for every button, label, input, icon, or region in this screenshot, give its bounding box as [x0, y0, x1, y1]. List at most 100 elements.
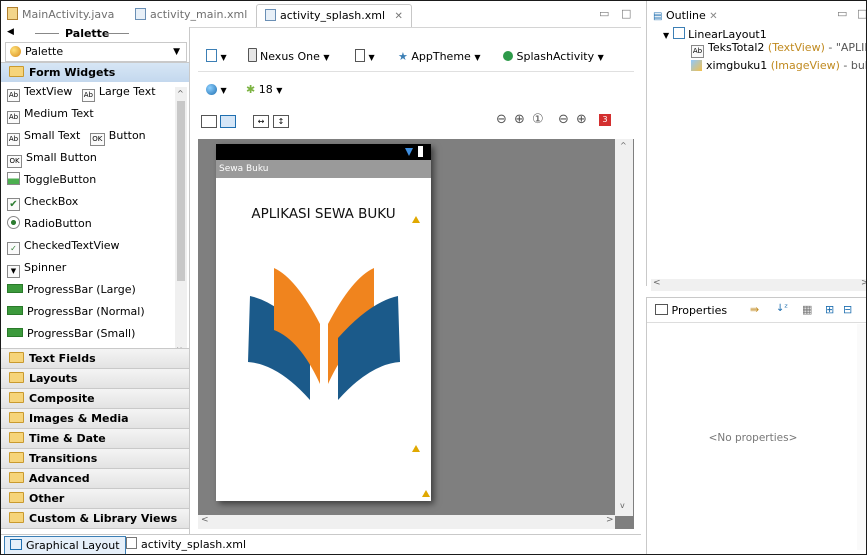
toggle-button-icon	[7, 172, 20, 185]
group-time-date[interactable]: Time & Date	[1, 428, 189, 448]
sort-az-icon[interactable]: ↓ᶻ	[776, 303, 788, 314]
close-icon[interactable]: ✕	[709, 11, 717, 22]
tab-activity-splash-xml[interactable]: activity_splash.xml ✕	[256, 4, 412, 27]
group-text-fields[interactable]: Text Fields	[1, 348, 189, 368]
star-icon: ★	[398, 50, 408, 63]
minimize-icon[interactable]: ▭	[837, 7, 847, 20]
fill-width-icon[interactable]: ↔	[253, 115, 269, 128]
phone-icon	[248, 48, 257, 62]
palette-item-checkedtextview[interactable]: ✓ CheckedTextView	[7, 237, 120, 255]
palette-item-progressbar-large[interactable]: ProgressBar (Large)	[7, 281, 136, 299]
scroll-up-icon[interactable]: ^	[620, 141, 627, 150]
warning-icon[interactable]	[422, 490, 430, 497]
properties-tab[interactable]: Properties	[655, 304, 727, 317]
fill-height-icon[interactable]: ↕	[273, 115, 289, 128]
large-text-icon: Ab	[81, 89, 95, 102]
scroll-right-icon[interactable]: >	[861, 278, 866, 288]
outline-node-imageview[interactable]: ximgbuku1 (ImageView) - buku	[691, 59, 866, 72]
scroll-down-icon[interactable]: v	[620, 501, 625, 510]
group-other[interactable]: Other	[1, 488, 189, 508]
group-custom-library-views[interactable]: Custom & Library Views	[1, 508, 189, 529]
warning-icon[interactable]	[412, 216, 420, 223]
spinner-icon: ▼	[7, 265, 20, 278]
activity-icon	[503, 51, 513, 61]
palette-item-radiobutton[interactable]: RadioButton	[7, 215, 92, 233]
scroll-left-icon[interactable]: <	[201, 515, 209, 525]
zoom-100-icon[interactable]: ①	[532, 112, 544, 127]
group-images-media[interactable]: Images & Media	[1, 408, 189, 428]
no-properties-label: <No properties>	[708, 432, 798, 444]
xml-layout-icon	[135, 8, 146, 20]
book-logo-image[interactable]	[238, 264, 410, 404]
device-dropdown[interactable]: Nexus One ▼	[248, 47, 330, 67]
progressbar-icon	[7, 306, 23, 315]
zoom-real-icon[interactable]: ⊕	[514, 112, 525, 127]
layout-horizontal-icon[interactable]	[201, 115, 217, 128]
tab-xml-source[interactable]: activity_splash.xml	[126, 536, 246, 553]
scroll-left-icon[interactable]: <	[653, 278, 661, 288]
minimize-icon[interactable]: ▭	[599, 7, 609, 20]
api-level-dropdown[interactable]: ✱ 18 ▼	[246, 80, 282, 100]
warning-icon[interactable]	[412, 445, 420, 452]
orientation-dropdown[interactable]: ▼	[355, 47, 375, 67]
close-icon[interactable]: ✕	[395, 11, 403, 22]
xml-layout-icon	[265, 9, 276, 21]
outline-tab[interactable]: ▤ Outline ✕	[653, 9, 718, 22]
palette-item-textview[interactable]: Ab TextView Ab Large Text	[7, 83, 156, 102]
filter-icon[interactable]: ⇛	[750, 303, 759, 316]
zoom-out-icon[interactable]: ⊖	[558, 112, 569, 127]
error-count-badge[interactable]: 3	[599, 114, 611, 126]
folder-icon	[9, 432, 24, 443]
activity-dropdown[interactable]: SplashActivity ▼	[503, 47, 604, 67]
outline-node-root[interactable]: ▼ LinearLayout1	[663, 27, 767, 41]
splash-heading[interactable]: APLIKASI SEWA BUKU	[216, 206, 431, 222]
palette-scroll-thumb[interactable]	[177, 101, 185, 281]
outline-node-textview[interactable]: Ab TeksTotal2 (TextView) - "APLIKASI	[691, 41, 866, 58]
collapse-arrow-icon[interactable]: ◀	[7, 27, 14, 37]
palette-item-small-text[interactable]: Ab Small Text OK Button	[7, 127, 146, 146]
layout-config-button[interactable]: ▼	[206, 47, 227, 67]
palette-item-togglebutton[interactable]: ToggleButton	[7, 171, 96, 189]
canvas-horizontal-scrollbar[interactable]: < >	[198, 515, 615, 529]
palette-item-spinner[interactable]: ▼ Spinner	[7, 259, 66, 278]
palette-item-medium-text[interactable]: Ab Medium Text	[7, 105, 94, 124]
api-level-label: 18	[258, 83, 273, 96]
palette-item-small-button[interactable]: OK Small Button	[7, 149, 97, 168]
tab-mainactivity-java[interactable]: MainActivity.java	[7, 4, 114, 26]
tab-graphical-layout[interactable]: Graphical Layout	[4, 536, 126, 554]
scroll-up-icon[interactable]: ^	[177, 89, 184, 98]
palette-item-checkbox[interactable]: ✔ CheckBox	[7, 193, 78, 211]
advanced-properties-icon[interactable]: ▦	[802, 303, 812, 316]
outline-horizontal-scrollbar[interactable]: < >	[651, 278, 866, 291]
expand-all-icon[interactable]: ⊞	[825, 303, 834, 316]
palette-panel: ◀ Palette Palette ▼ Form Widgets Ab TextV…	[1, 27, 190, 544]
palette-item-progressbar-normal[interactable]: ProgressBar (Normal)	[7, 303, 145, 321]
zoom-in-icon[interactable]: ⊕	[576, 112, 587, 127]
locale-dropdown[interactable]: ▼	[206, 80, 227, 100]
group-form-widgets[interactable]: Form Widgets	[1, 62, 189, 82]
small-text-icon: Ab	[7, 133, 20, 146]
palette-selector[interactable]: Palette ▼	[5, 42, 187, 62]
properties-scrollbar[interactable]	[857, 324, 866, 550]
canvas-vertical-scrollbar[interactable]: ^ v	[615, 139, 633, 516]
tab-activity-main-xml[interactable]: activity_main.xml	[135, 4, 247, 26]
layout-vertical-icon[interactable]	[220, 115, 236, 128]
group-advanced[interactable]: Advanced	[1, 468, 189, 488]
maximize-icon[interactable]: □	[857, 7, 866, 20]
device-preview[interactable]: Sewa Buku APLIKASI SEWA BUKU	[216, 144, 431, 501]
group-layouts[interactable]: Layouts	[1, 368, 189, 388]
palette-item-progressbar-small[interactable]: ProgressBar (Small)	[7, 325, 135, 343]
collapse-all-icon[interactable]: ⊟	[843, 303, 852, 316]
expand-arrow-icon[interactable]: ▼	[663, 31, 669, 40]
folder-icon	[9, 392, 24, 403]
zoom-fit-icon[interactable]: ⊖	[496, 112, 507, 127]
group-transitions[interactable]: Transitions	[1, 448, 189, 468]
maximize-icon[interactable]: □	[621, 7, 631, 20]
palette-icon	[10, 46, 21, 57]
layout-file-icon	[206, 49, 217, 62]
scroll-right-icon[interactable]: >	[606, 515, 614, 525]
group-composite[interactable]: Composite	[1, 388, 189, 408]
small-button-icon: OK	[7, 155, 22, 168]
button-widget-icon: OK	[89, 133, 105, 146]
theme-dropdown[interactable]: ★ AppTheme ▼	[398, 47, 480, 67]
